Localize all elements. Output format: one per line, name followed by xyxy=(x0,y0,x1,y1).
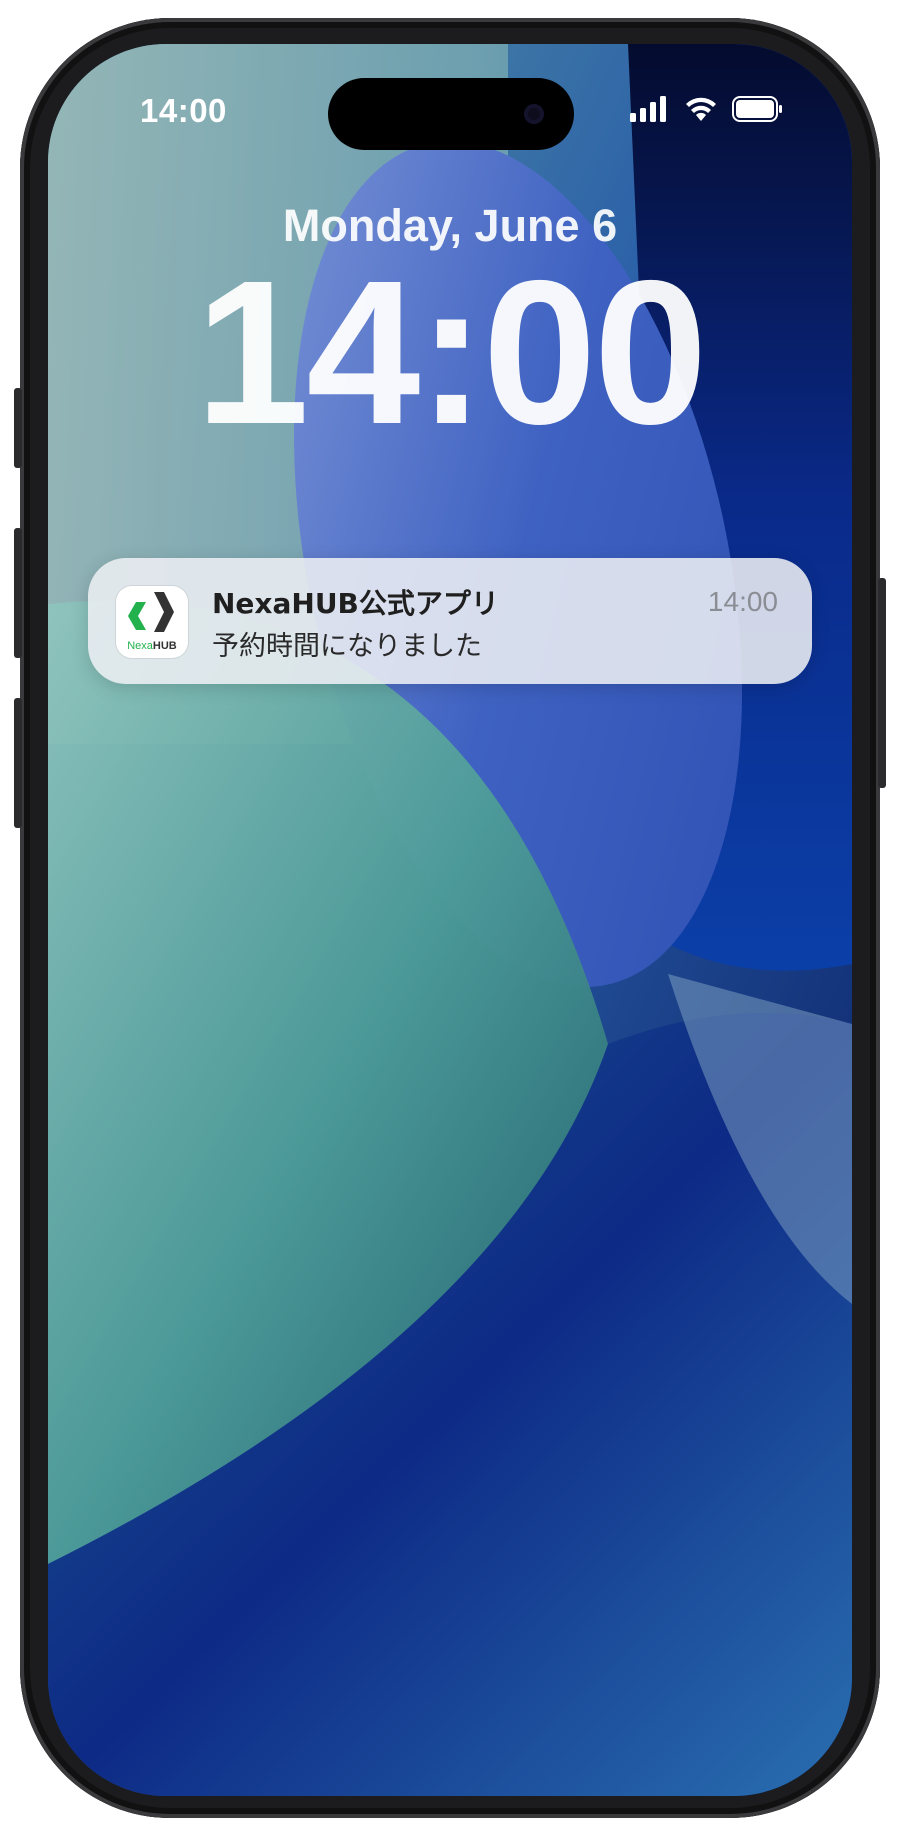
notification-message: 予約時間になりました xyxy=(212,631,482,662)
front-camera-icon xyxy=(524,104,544,124)
volume-up-button[interactable] xyxy=(14,528,22,658)
volume-down-button[interactable] xyxy=(14,698,22,828)
notification-card[interactable]: NexaHUB NexaHUB公式アプリ 14:00 予約時間になりました xyxy=(88,558,812,684)
nexahub-app-icon: NexaHUB xyxy=(116,586,188,658)
notification-app-name: NexaHUB公式アプリ xyxy=(212,587,499,620)
lock-screen-clock: 14:00 xyxy=(195,238,707,467)
dynamic-island xyxy=(328,78,574,150)
wifi-icon xyxy=(686,97,716,121)
notification-time: 14:00 xyxy=(707,586,778,617)
nexahub-logo-icon xyxy=(128,592,174,632)
signal-icon xyxy=(630,96,666,122)
status-bar-icons xyxy=(630,96,784,122)
battery-icon xyxy=(732,96,782,122)
power-button[interactable] xyxy=(878,578,886,788)
status-bar-time: 14:00 xyxy=(140,92,227,129)
app-icon-label: NexaHUB xyxy=(127,640,177,652)
